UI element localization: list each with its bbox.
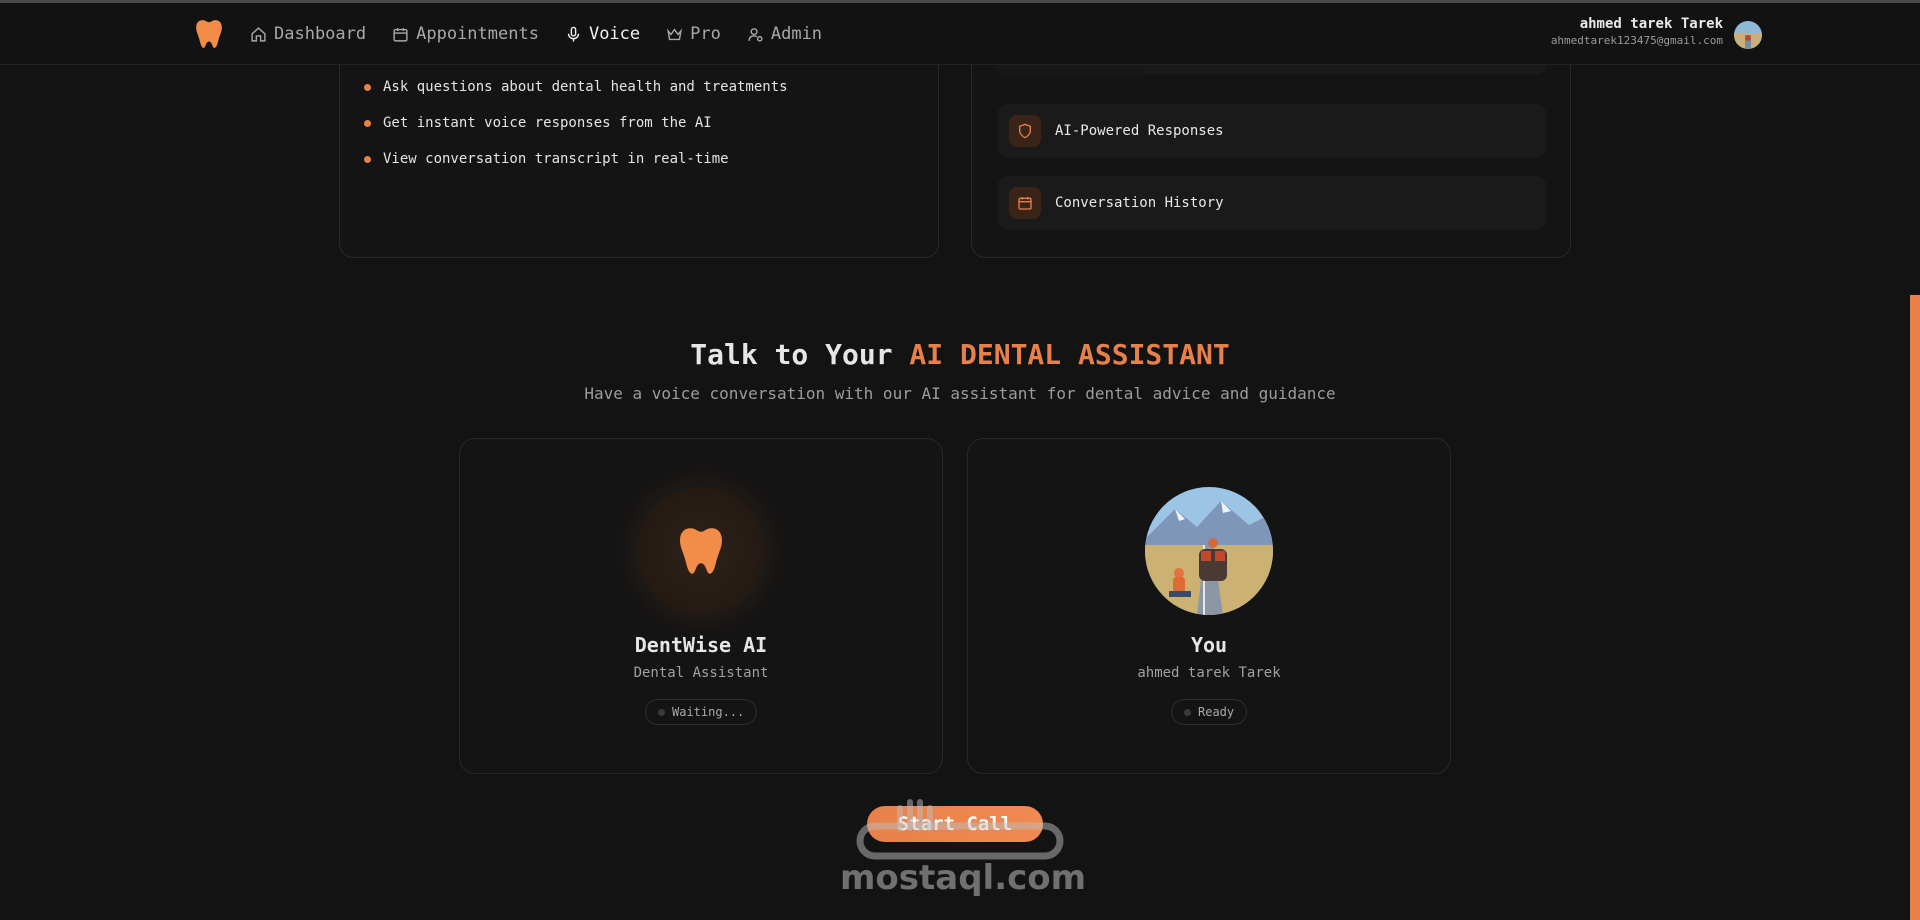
- assistant-name: DentWise AI: [634, 633, 768, 657]
- status-badge: Waiting...: [645, 699, 758, 725]
- user-card-name: You: [1190, 633, 1228, 657]
- user-name: ahmed tarek Tarek: [1579, 16, 1723, 32]
- status-text: Ready: [1198, 705, 1235, 719]
- scrollbar-thumb[interactable]: [1910, 295, 1920, 920]
- title-accent: AI DENTAL ASSISTANT: [909, 338, 1230, 371]
- avatar-image: [1734, 21, 1762, 49]
- nav-voice[interactable]: Voice: [565, 24, 640, 44]
- status-dot: [658, 708, 665, 716]
- user-photo: [1145, 487, 1273, 615]
- calendar-icon: [393, 27, 408, 42]
- feature-label: Conversation History: [1055, 195, 1224, 211]
- feature-label: AI-Powered Responses: [1055, 123, 1224, 139]
- bullet-text: View conversation transcript in real-tim…: [383, 151, 729, 167]
- status-badge: Ready: [1171, 699, 1248, 725]
- assistant-avatar: [637, 487, 765, 615]
- bullet-text: Get instant voice responses from the AI: [383, 115, 712, 131]
- nav-admin[interactable]: Admin: [747, 24, 822, 44]
- assistant-role: Dental Assistant: [633, 665, 769, 681]
- bullet-dot: [364, 83, 371, 91]
- feature-conversation-history: Conversation History: [997, 176, 1547, 230]
- feature-ai-responses: AI-Powered Responses: [997, 104, 1547, 158]
- page-title: Talk to Your AI DENTAL ASSISTANT: [0, 338, 1920, 371]
- nav-dashboard[interactable]: Dashboard: [250, 24, 366, 44]
- user-card-avatar: [1145, 487, 1273, 615]
- user-card: You ahmed tarek Tarek Ready: [967, 438, 1451, 774]
- bullet-dot: [364, 155, 371, 163]
- nav-dashboard-label: Dashboard: [274, 24, 367, 44]
- nav-appointments-label: Appointments: [416, 24, 539, 44]
- user-avatar[interactable]: [1734, 21, 1762, 49]
- start-call-button[interactable]: Start Call: [867, 806, 1043, 842]
- nav-links: Dashboard Appointments Voice Pro Admin: [250, 3, 822, 65]
- title-prefix: Talk to Your: [690, 338, 893, 371]
- nav-admin-label: Admin: [770, 24, 823, 44]
- status-dot: [1184, 708, 1191, 716]
- nav-pro[interactable]: Pro: [666, 24, 721, 44]
- calendar-icon: [1009, 187, 1041, 219]
- page-subtitle: Have a voice conversation with our AI as…: [584, 384, 1336, 403]
- top-navbar: Dashboard Appointments Voice Pro Admin a…: [0, 3, 1920, 65]
- nav-voice-label: Voice: [588, 24, 641, 44]
- tooth-logo-icon[interactable]: [196, 19, 222, 49]
- info-bullet-list: Ask questions about dental health and tr…: [364, 69, 788, 177]
- watermark-text: mostaql.com: [840, 858, 1087, 898]
- list-item: Get instant voice responses from the AI: [364, 105, 788, 141]
- home-icon: [251, 26, 266, 42]
- shield-icon: [1009, 115, 1041, 147]
- user-info[interactable]: ahmed tarek Tarek ahmedtarek123475@gmail…: [1551, 16, 1723, 47]
- list-item: Ask questions about dental health and tr…: [364, 69, 788, 105]
- nav-appointments[interactable]: Appointments: [392, 24, 539, 44]
- list-item: View conversation transcript in real-tim…: [364, 141, 788, 177]
- user-email: ahmedtarek123475@gmail.com: [1550, 34, 1723, 47]
- bullet-text: Ask questions about dental health and tr…: [383, 79, 788, 95]
- microphone-icon: [567, 26, 580, 42]
- nav-pro-label: Pro: [690, 24, 721, 44]
- crown-icon: [667, 27, 683, 40]
- tooth-icon: [680, 528, 722, 574]
- assistant-card: DentWise AI Dental Assistant Waiting...: [459, 438, 943, 774]
- user-card-role: ahmed tarek Tarek: [1137, 665, 1281, 681]
- bullet-dot: [364, 119, 371, 127]
- user-cog-icon: [748, 27, 763, 42]
- status-text: Waiting...: [672, 705, 745, 719]
